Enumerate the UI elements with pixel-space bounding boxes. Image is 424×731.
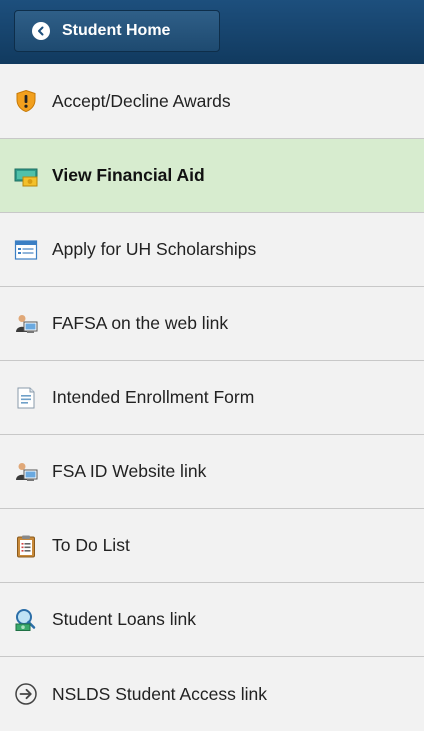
chevron-left-icon [32,22,50,40]
nav-item-label: FAFSA on the web link [52,313,229,333]
nav-item-label: View Financial Aid [52,165,205,185]
nav-item-label: FSA ID Website link [52,461,207,481]
nav-item-label: Apply for UH Scholarships [52,239,257,259]
nav-item-accept-decline-awards[interactable]: Accept/Decline Awards [0,64,424,139]
nav-item-fafsa-link[interactable]: FAFSA on the web link [0,287,424,361]
nav-item-label: To Do List [52,535,130,555]
back-button-label: Student Home [62,22,171,39]
magnifier-money-icon [14,608,38,632]
nav-item-label: Intended Enrollment Form [52,387,255,407]
window-list-icon [14,238,38,262]
nav-item-label: NSLDS Student Access link [52,683,267,704]
person-computer-icon [14,312,38,336]
nav-item-label: Student Loans link [52,609,196,629]
arrow-circle-icon [14,682,38,706]
financial-aid-nav-list: Accept/Decline Awards View Financial Aid [0,64,424,731]
header-bar: Student Home [0,0,424,64]
money-icon [14,164,38,188]
nav-item-apply-uh-scholarships[interactable]: Apply for UH Scholarships [0,213,424,287]
nav-item-student-loans-link[interactable]: Student Loans link [0,583,424,657]
nav-item-intended-enrollment-form[interactable]: Intended Enrollment Form [0,361,424,435]
form-document-icon [14,386,38,410]
nav-item-to-do-list[interactable]: To Do List [0,509,424,583]
nav-item-fsa-id-website-link[interactable]: FSA ID Website link [0,435,424,509]
nav-item-nslds-student-access-link[interactable]: NSLDS Student Access link [0,657,424,731]
person-computer-icon [14,460,38,484]
nav-item-view-financial-aid[interactable]: View Financial Aid [0,139,424,213]
student-home-back-button[interactable]: Student Home [14,10,220,52]
shield-alert-icon [14,89,38,113]
clipboard-icon [14,534,38,558]
nav-item-label: Accept/Decline Awards [52,90,231,111]
